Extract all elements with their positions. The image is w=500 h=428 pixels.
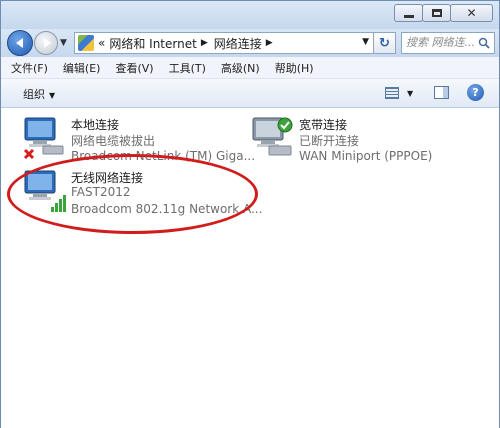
change-view-button[interactable]: ▼ [385,85,415,101]
help-icon: ? [472,86,479,99]
forward-button[interactable] [34,31,58,55]
help-button[interactable]: ? [467,84,484,101]
menu-advanced[interactable]: 高级(N) [221,60,260,76]
menu-edit[interactable]: 编辑(E) [63,60,101,76]
breadcrumb-separator-icon[interactable]: ▶ [266,38,273,48]
address-history-dropdown[interactable]: ▼ [362,37,369,47]
connections-list: 本地连接 网络电缆被拔出 Broadcom NetLink (TM) Giga.… [1,108,499,428]
forward-arrow-icon [43,38,51,48]
navigation-bar: ▼ « 网络和 Internet ▶ 网络连接 ▶ ▼ ↻ 搜索 网络连... [1,29,499,57]
menu-bar: 文件(F) 编辑(E) 查看(V) 工具(T) 高级(N) 帮助(H) [1,57,499,79]
recent-pages-dropdown[interactable]: ▼ [60,38,67,48]
menu-view[interactable]: 查看(V) [115,60,153,76]
connection-status: 网络电缆被拔出 [71,134,156,148]
organize-button[interactable]: 组织 ▼ [23,86,55,102]
close-icon: ✕ [466,6,477,20]
chevron-down-icon: ▼ [49,91,56,100]
explorer-window: ✕ ▼ « 网络和 Internet ▶ 网络连接 ▶ ▼ ↻ 搜索 网络连..… [0,0,500,428]
view-details-icon [385,87,399,99]
close-button[interactable]: ✕ [450,4,493,22]
organize-label: 组织 [23,88,45,101]
breadcrumb-separator-icon[interactable]: ▶ [201,38,208,48]
refresh-button[interactable]: ↻ [374,32,396,54]
chevron-down-icon: ▼ [407,88,414,98]
caption-buttons: ✕ [394,4,493,22]
search-placeholder: 搜索 网络连... [406,36,475,49]
maximize-icon [431,9,442,17]
maximize-button[interactable] [422,4,451,22]
broadband-adapter-icon [252,117,293,156]
network-folder-icon [78,35,94,51]
search-input[interactable]: 搜索 网络连... [401,32,495,54]
breadcrumb-network-internet[interactable]: 网络和 Internet [109,35,196,52]
breadcrumb-network-connections[interactable]: 网络连接 [214,35,262,52]
connection-broadband[interactable]: 宽带连接 已断开连接 WAN Miniport (PPPOE) [249,116,469,166]
annotation-ring [7,154,258,234]
connection-status: 已断开连接 [299,134,360,148]
connection-device: WAN Miniport (PPPOE) [299,149,433,163]
address-overflow[interactable]: « [98,36,105,50]
menu-help[interactable]: 帮助(H) [275,60,314,76]
minimize-icon [403,14,414,18]
address-bar[interactable]: « 网络和 Internet ▶ 网络连接 ▶ ▼ [74,32,374,54]
back-button[interactable] [7,30,33,56]
back-arrow-icon [15,38,23,48]
title-bar: ✕ [1,1,499,29]
minimize-button[interactable] [394,4,423,22]
command-bar: 组织 ▼ ▼ ? [1,79,499,108]
connection-name: 宽带连接 [299,118,348,132]
network-adapter-icon [23,117,64,160]
search-icon [478,37,490,49]
menu-tools[interactable]: 工具(T) [169,60,206,76]
connection-name: 本地连接 [71,118,120,132]
menu-file[interactable]: 文件(F) [11,60,48,76]
preview-pane-button[interactable] [434,86,449,99]
refresh-icon: ↻ [379,35,390,51]
